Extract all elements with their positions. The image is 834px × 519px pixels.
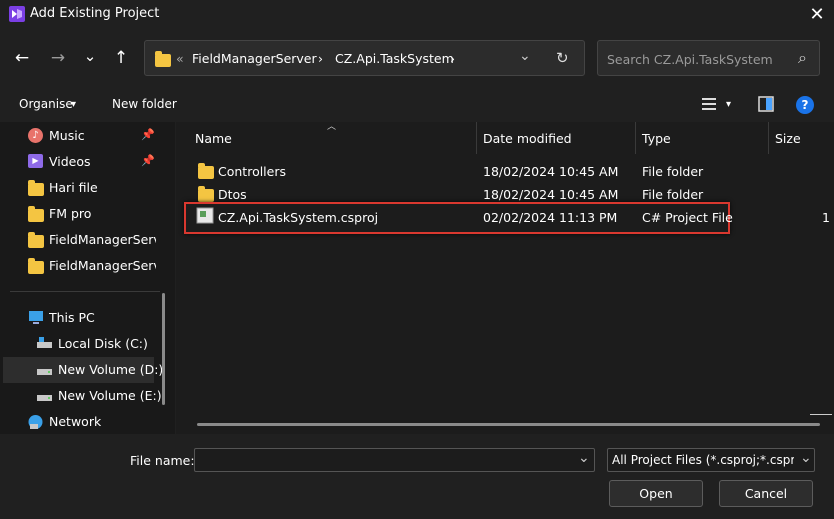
overflow-chevron[interactable]: « xyxy=(176,51,184,66)
preview-pane-icon[interactable] xyxy=(758,96,774,112)
open-button[interactable]: Open xyxy=(609,480,703,507)
sidebar-item-fm-pro[interactable]: FM pro xyxy=(10,201,156,227)
column-divider[interactable] xyxy=(635,122,636,154)
title-bar: Add Existing Project ✕ xyxy=(0,0,834,28)
sidebar-item-fieldmanagerserv[interactable]: FieldManagerServ xyxy=(10,227,156,253)
cancel-button[interactable]: Cancel xyxy=(719,480,813,507)
videos-icon: ▶ xyxy=(28,154,43,168)
drive-icon xyxy=(37,369,52,375)
pin-icon[interactable]: 📌 xyxy=(141,128,155,141)
sidebar-scrollbar[interactable] xyxy=(162,293,165,405)
sidebar-item-fieldmanagerserv[interactable]: FieldManagerServ xyxy=(10,253,156,279)
window-title: Add Existing Project xyxy=(30,6,160,21)
sidebar-item-local-disk-c[interactable]: Local Disk (C:) xyxy=(10,331,156,357)
column-header-size[interactable]: Size xyxy=(775,131,801,146)
file-name-input[interactable]: ⌄ xyxy=(194,448,595,472)
folder-icon xyxy=(28,258,44,274)
visual-studio-icon xyxy=(9,6,25,22)
view-list-icon[interactable] xyxy=(701,97,717,111)
sidebar-item-videos[interactable]: ▶ Videos 📌 xyxy=(10,149,156,175)
organise-caret-icon[interactable]: ▾ xyxy=(71,99,76,110)
folder-icon xyxy=(28,206,44,222)
column-header-name[interactable]: Name xyxy=(195,131,232,146)
back-button[interactable]: ← xyxy=(11,47,33,69)
folder-icon xyxy=(198,186,214,202)
sidebar-item-new-volume-e[interactable]: New Volume (E:) xyxy=(10,383,162,409)
sidebar-item-new-volume-d[interactable]: New Volume (D:) xyxy=(3,357,163,383)
column-divider[interactable] xyxy=(476,122,477,154)
search-input[interactable]: Search CZ.Api.TaskSystem xyxy=(607,52,773,67)
sidebar-item-this-pc[interactable]: This PC xyxy=(10,305,156,331)
forward-button[interactable]: → xyxy=(47,47,69,69)
breadcrumb-separator[interactable]: › xyxy=(450,51,455,66)
file-type-filter[interactable]: All Project Files (*.csproj;*.csproj ⌄ xyxy=(607,448,815,472)
column-header-type[interactable]: Type xyxy=(642,131,671,146)
folder-icon xyxy=(198,163,214,179)
search-box[interactable]: Search CZ.Api.TaskSystem ⌕ xyxy=(597,40,820,76)
organise-button[interactable]: Organise xyxy=(19,97,73,111)
csproj-file-icon xyxy=(196,207,214,224)
sidebar-item-network[interactable]: Network xyxy=(10,409,156,435)
scrollbar-corner xyxy=(810,414,832,415)
breadcrumb-cz-api-tasksystem[interactable]: CZ.Api.TaskSystem xyxy=(335,51,454,66)
drive-icon xyxy=(37,337,52,348)
this-pc-icon xyxy=(29,311,43,324)
recent-locations-button[interactable]: ⌄ xyxy=(79,45,101,67)
network-icon xyxy=(28,415,43,429)
dialog-footer xyxy=(0,434,834,519)
file-row-controllers[interactable]: Controllers 18/02/2024 10:45 AM File fol… xyxy=(186,160,834,182)
pin-icon[interactable]: 📌 xyxy=(141,154,155,167)
file-name-label: File name: xyxy=(130,453,195,468)
new-folder-button[interactable]: New folder xyxy=(112,97,177,111)
music-icon: ♪ xyxy=(28,128,43,143)
address-dropdown-icon[interactable]: ⌄ xyxy=(519,48,531,64)
close-button[interactable]: ✕ xyxy=(800,0,834,28)
refresh-icon[interactable]: ↻ xyxy=(556,49,569,67)
view-caret-icon[interactable]: ▾ xyxy=(726,99,731,110)
breadcrumb-separator[interactable]: › xyxy=(318,51,323,66)
filter-dropdown-icon[interactable]: ⌄ xyxy=(798,450,812,466)
sidebar-item-music[interactable]: ♪ Music 📌 xyxy=(10,123,156,149)
folder-icon xyxy=(155,51,171,67)
breadcrumb-fieldmanagerserver[interactable]: FieldManagerServer xyxy=(192,51,317,66)
column-divider[interactable] xyxy=(768,122,769,154)
horizontal-scrollbar[interactable] xyxy=(197,423,820,426)
help-icon[interactable]: ? xyxy=(796,96,814,114)
drive-icon xyxy=(37,395,52,401)
folder-icon xyxy=(28,180,44,196)
sidebar-item-hari-file[interactable]: Hari file xyxy=(10,175,156,201)
address-bar[interactable]: « FieldManagerServer › CZ.Api.TaskSystem… xyxy=(144,40,585,76)
column-header-date-modified[interactable]: Date modified xyxy=(483,131,572,146)
search-icon: ⌕ xyxy=(798,48,807,67)
file-name-dropdown-icon[interactable]: ⌄ xyxy=(578,450,590,466)
divider xyxy=(10,291,160,292)
up-button[interactable]: ↑ xyxy=(110,47,132,69)
file-row-cz-api-tasksystem-csproj[interactable]: CZ.Api.TaskSystem.csproj 02/02/2024 11:1… xyxy=(186,206,834,228)
folder-icon xyxy=(28,232,44,248)
sort-ascending-icon: ︿ xyxy=(327,122,337,132)
